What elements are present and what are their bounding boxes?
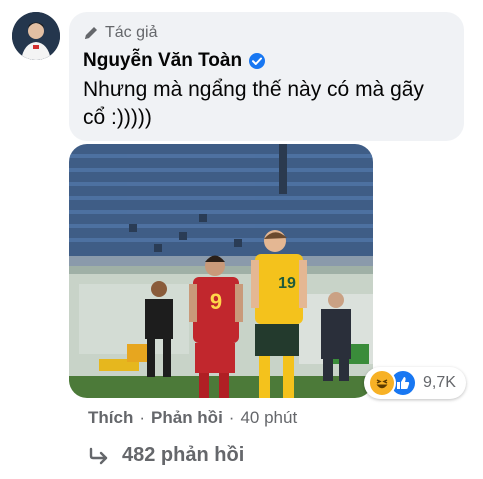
reactions-summary[interactable]: 9,7K bbox=[364, 367, 466, 399]
author-badge-label: Tác giả bbox=[105, 24, 158, 41]
author-name[interactable]: Nguyễn Văn Toàn bbox=[83, 50, 242, 72]
pencil-icon bbox=[83, 25, 99, 41]
comment-text: Nhưng mà ngẩng thế này có mà gãy cổ :)))… bbox=[83, 78, 424, 129]
comment-time[interactable]: 40 phút bbox=[240, 408, 297, 428]
haha-icon bbox=[368, 369, 396, 397]
separator: · bbox=[139, 408, 146, 427]
author-badge: Tác giả bbox=[83, 22, 450, 44]
reactions-count: 9,7K bbox=[423, 374, 456, 391]
reply-arrow-icon bbox=[88, 447, 110, 465]
like-button[interactable]: Thích bbox=[88, 408, 133, 428]
player-right-number: 19 bbox=[278, 275, 296, 292]
separator: · bbox=[228, 408, 235, 427]
reply-button[interactable]: Phản hồi bbox=[151, 408, 223, 428]
view-replies-button[interactable]: 482 phản hồi bbox=[88, 444, 244, 467]
replies-label: 482 phản hồi bbox=[122, 444, 245, 466]
comment: Tác giả Nguyễn Văn Toàn Nhưng mà ngẩng t… bbox=[0, 0, 483, 479]
comment-actions: Thích · Phản hồi · 40 phút bbox=[88, 408, 297, 428]
comment-photo[interactable]: 9 19 bbox=[69, 144, 373, 398]
player-left-number: 9 bbox=[210, 289, 222, 314]
comment-bubble: Tác giả Nguyễn Văn Toàn Nhưng mà ngẩng t… bbox=[69, 12, 464, 141]
avatar[interactable] bbox=[12, 12, 60, 60]
verified-badge-icon bbox=[248, 52, 266, 70]
